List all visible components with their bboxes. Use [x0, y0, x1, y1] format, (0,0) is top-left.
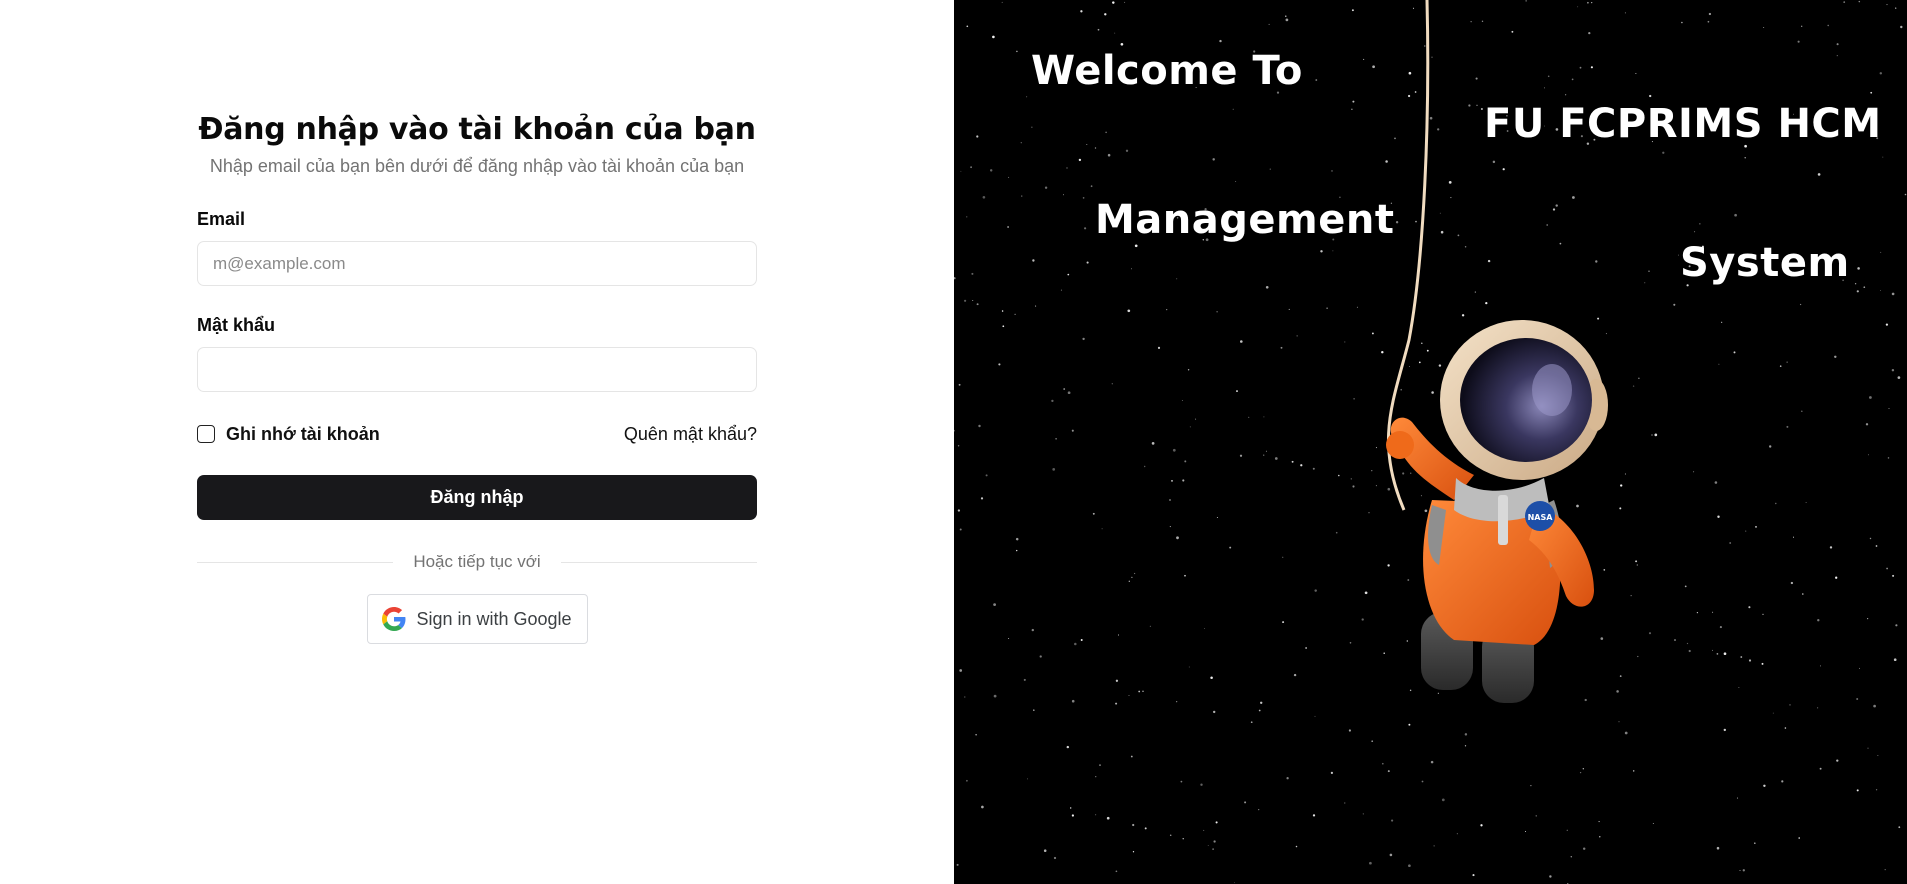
forgot-password-link[interactable]: Quên mật khẩu?	[624, 424, 757, 445]
divider-text: Hoặc tiếp tục với	[413, 552, 541, 571]
remember-me[interactable]: Ghi nhớ tài khoản	[197, 424, 380, 445]
divider-line-left	[197, 561, 394, 563]
email-label: Email	[197, 209, 246, 229]
options-row: Ghi nhớ tài khoản Quên mật khẩu?	[197, 422, 757, 446]
divider-line-right	[560, 561, 757, 563]
login-button[interactable]: Đăng nhập	[197, 475, 757, 520]
remember-label: Ghi nhớ tài khoản	[226, 423, 380, 444]
remember-checkbox[interactable]	[197, 425, 215, 443]
login-form: Đăng nhập vào tài khoản của bạn Nhập ema…	[197, 110, 757, 644]
page-title: Đăng nhập vào tài khoản của bạn	[198, 112, 756, 147]
google-g-icon	[382, 607, 406, 631]
divider: Hoặc tiếp tục với	[197, 550, 757, 574]
login-panel: Đăng nhập vào tài khoản của bạn Nhập ema…	[0, 0, 954, 884]
password-label: Mật khẩu	[197, 315, 276, 335]
google-signin-label: Sign in with Google	[416, 608, 572, 629]
google-signin-button[interactable]: Sign in with Google	[366, 594, 588, 644]
page-subtitle: Nhập email của bạn bên dưới để đăng nhập…	[209, 156, 745, 176]
password-input[interactable]	[197, 347, 757, 392]
hero-panel: Welcome To FU FCPRIMS HCM Management Sys…	[954, 0, 1907, 884]
nasa-badge-text: NASA	[1528, 513, 1554, 522]
astronaut-illustration: NASA	[1386, 0, 1608, 703]
email-input[interactable]	[197, 241, 757, 286]
